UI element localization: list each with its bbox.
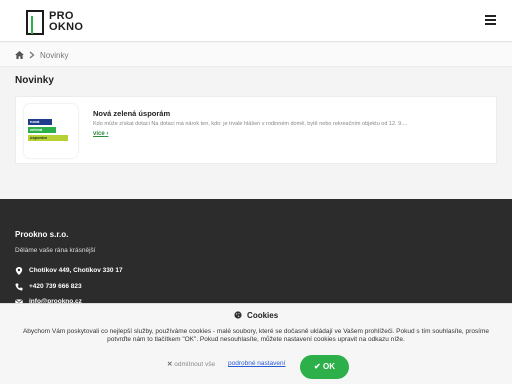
check-icon: ✔	[314, 362, 321, 371]
cookie-ok-label: OK	[322, 362, 335, 371]
news-card[interactable]: nová zelená úsporám Nová zelená úsporám …	[15, 96, 497, 164]
news-excerpt: Kdo může získat dotaci Na dotaci má náro…	[93, 121, 408, 127]
cookie-reject-label: odmítnout vše	[174, 361, 216, 368]
chevron-right-icon	[29, 51, 35, 59]
phone-icon	[15, 283, 23, 291]
prookno-logo[interactable]: PRO OKNO	[26, 10, 83, 36]
location-icon	[15, 267, 23, 275]
cookie-settings-link[interactable]: podrobné nastavení	[228, 360, 285, 367]
logo-window-mark	[26, 10, 44, 35]
page-title: Novinky	[15, 75, 54, 86]
news-title[interactable]: Nová zelená úsporám	[93, 109, 170, 118]
chevron-right-icon: ›	[106, 131, 109, 137]
news-more-link[interactable]: více ›	[93, 131, 108, 137]
cookie-icon	[234, 311, 242, 319]
news-more-label: více	[93, 131, 105, 137]
thumb-label-3: úsporám	[28, 135, 68, 141]
cookie-ok-button[interactable]: ✔ OK	[300, 355, 349, 379]
footer-tagline: Děláme vaše rána krásnější	[15, 247, 96, 254]
thumb-label-2: zelená	[28, 127, 56, 133]
cookie-text: Abychom Vám poskytovali co nejlepší služ…	[22, 328, 490, 343]
news-thumbnail[interactable]: nová zelená úsporám	[24, 104, 78, 158]
breadcrumb-current[interactable]: Novinky	[40, 51, 68, 60]
breadcrumb: Novinky	[0, 43, 512, 67]
footer-company: Prookno s.r.o.	[15, 230, 69, 239]
close-icon: ✕	[167, 361, 173, 368]
footer-address: Chotíkov 449, Chotíkov 330 17	[29, 267, 123, 274]
thumb-label-1: nová	[28, 119, 52, 125]
home-icon[interactable]	[15, 51, 24, 59]
logo-line-2: OKNO	[49, 21, 84, 33]
menu-icon[interactable]	[485, 15, 496, 25]
cookie-banner: Cookies Abychom Vám poskytovali co nejle…	[0, 303, 512, 384]
cookie-reject-button[interactable]: ✕ odmítnout vše	[167, 360, 215, 368]
cookie-title: Cookies	[247, 311, 279, 320]
footer-phone[interactable]: +420 739 666 823	[29, 283, 82, 290]
logo-text: PRO OKNO	[49, 11, 83, 33]
cookie-title-row: Cookies	[0, 311, 512, 320]
site-header: PRO OKNO	[0, 0, 512, 42]
